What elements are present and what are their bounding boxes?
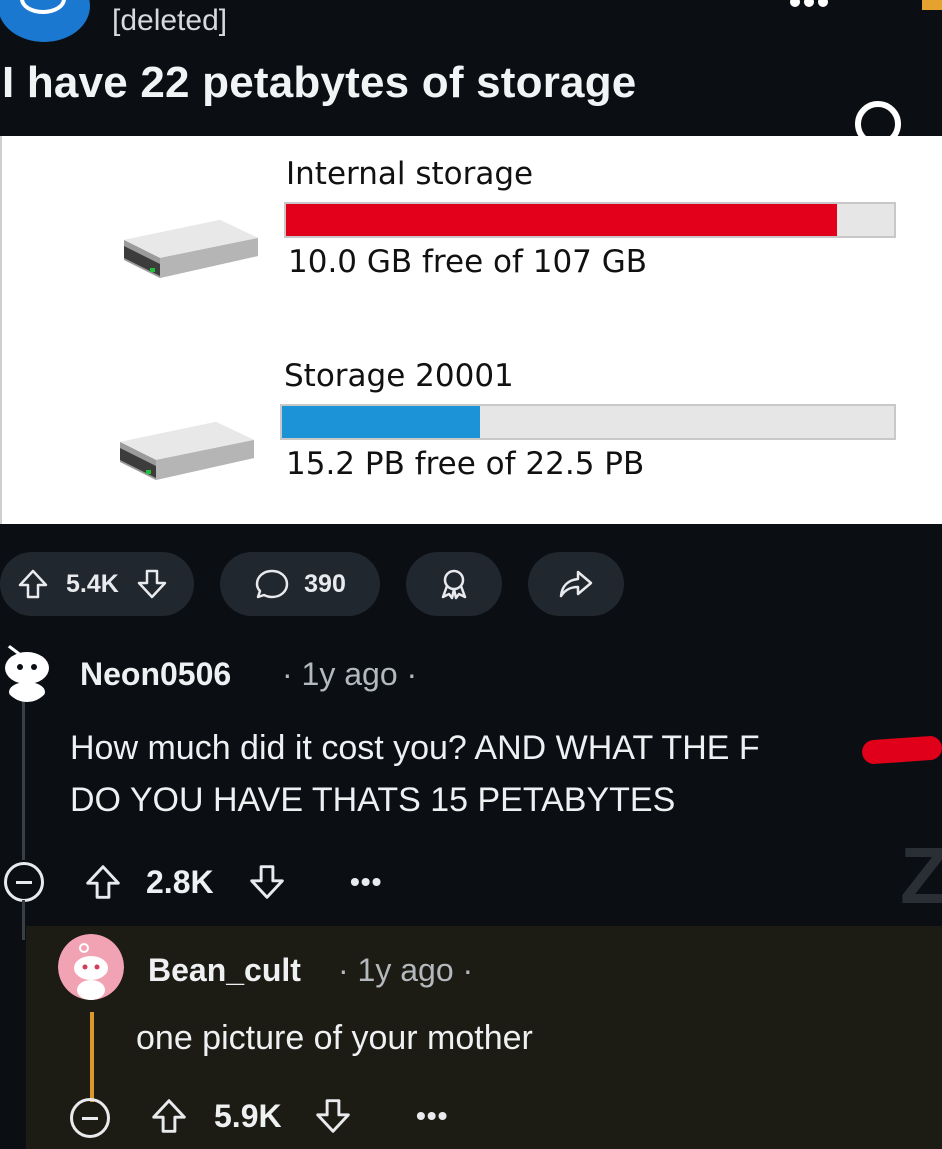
user-avatar[interactable] [58, 934, 124, 1000]
comment-vote-count: 2.8K [146, 864, 214, 900]
storage-bar [280, 404, 896, 440]
collapse-thread-button[interactable] [70, 1098, 110, 1138]
comment-time-text: 1y ago [357, 952, 454, 988]
comment-body: How much did it cost you? AND WHAT THE F… [70, 722, 760, 826]
upvote-icon[interactable] [148, 1096, 190, 1136]
downvote-icon[interactable] [135, 567, 169, 601]
drive-caption: 10.0 GB free of 107 GB [288, 244, 648, 280]
hard-drive-icon [120, 422, 254, 480]
separator-dot: · [406, 656, 418, 692]
comments-button[interactable]: 390 [220, 552, 380, 616]
overflow-menu-icon[interactable] [790, 0, 850, 7]
storage-bar-fill [286, 204, 838, 236]
post-title: I have 22 petabytes of storage [2, 58, 637, 107]
comment-author[interactable]: Neon0506 [80, 656, 231, 693]
separator-dot: · [462, 952, 474, 988]
drive-name: Internal storage [286, 156, 534, 192]
separator-dot: · [282, 656, 293, 692]
corner-badge [922, 0, 942, 10]
reply-accent-line [90, 1012, 94, 1102]
post-vote-count: 5.4K [66, 569, 119, 598]
comment-time: · 1y ago · [282, 656, 417, 693]
comment-time-text: 1y ago [301, 656, 398, 692]
comment-icon [255, 569, 289, 599]
downvote-icon[interactable] [246, 862, 288, 902]
search-icon[interactable] [852, 98, 914, 160]
collapse-thread-button[interactable] [4, 862, 44, 902]
comment-body: one picture of your mother [136, 1019, 533, 1057]
drive-name: Storage 20001 [284, 358, 514, 394]
thread-line [22, 900, 25, 940]
more-options-button[interactable]: ••• [416, 1100, 448, 1132]
more-options-button[interactable]: ••• [350, 866, 382, 898]
post-author-avatar[interactable] [0, 0, 90, 42]
comment-count: 390 [304, 569, 346, 598]
hard-drive-icon [124, 220, 258, 278]
award-icon [441, 569, 467, 600]
redaction-mark [861, 735, 942, 765]
comment-line: How much did it cost you? AND WHAT THE F [70, 729, 760, 767]
upvote-icon[interactable] [16, 567, 50, 601]
thread-line [22, 700, 25, 860]
share-icon [559, 570, 593, 598]
comment-vote-count: 5.9K [214, 1098, 282, 1134]
vote-pill: 5.4K [0, 552, 194, 616]
user-avatar[interactable] [0, 638, 54, 702]
downvote-icon[interactable] [312, 1096, 354, 1136]
upvote-icon[interactable] [82, 862, 124, 902]
watermark: Z [900, 831, 942, 920]
post-actions: 5.4K 390 [0, 552, 942, 616]
storage-bar [284, 202, 896, 238]
post-author: [deleted] [112, 4, 228, 37]
award-button[interactable] [406, 552, 502, 616]
share-button[interactable] [528, 552, 624, 616]
storage-bar-fill [282, 406, 481, 438]
comment-line: DO YOU HAVE THATS 15 PETABYTES [70, 781, 676, 819]
separator-dot: · [338, 952, 349, 988]
post-image[interactable]: Internal storage 10.0 GB free of 107 GB … [0, 136, 942, 524]
comment-time: · 1y ago · [338, 952, 473, 989]
drive-caption: 15.2 PB free of 22.5 PB [286, 446, 645, 482]
comment-author[interactable]: Bean_cult [148, 952, 301, 989]
